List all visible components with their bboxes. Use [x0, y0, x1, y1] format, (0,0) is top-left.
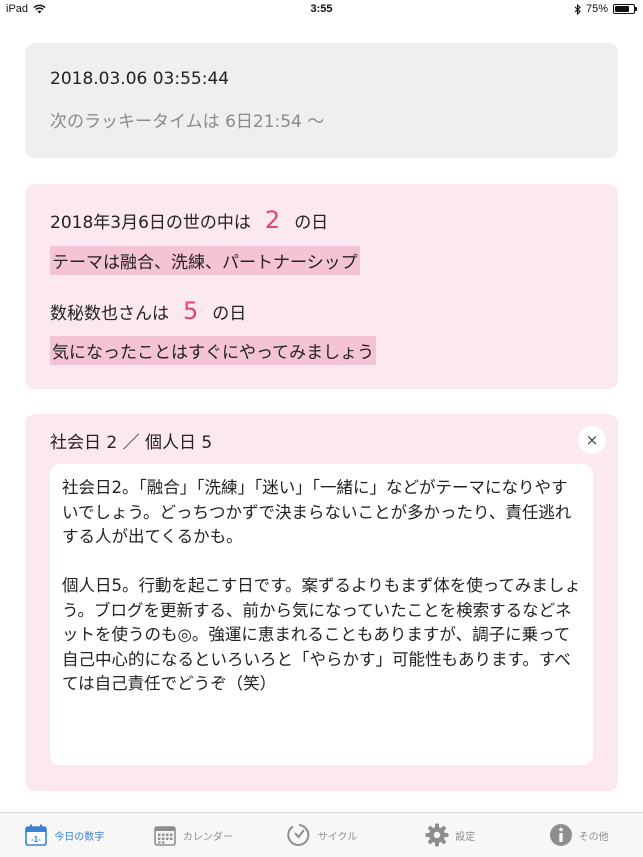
status-time: 3:55: [310, 3, 333, 15]
personal-advice: 気になったことはすぐにやってみましょう: [50, 336, 377, 365]
date-card: 2018.03.06 03:55:44 次のラッキータイムは 6日21:54 〜: [25, 43, 618, 158]
personal-number-prefix: 数秘数也さんは: [50, 304, 169, 324]
tab-label: サイクル: [317, 831, 358, 843]
world-number-suffix: の日: [294, 213, 329, 233]
bluetooth-icon: [574, 3, 581, 15]
world-number: 2: [264, 206, 281, 234]
calendar-today-icon: -1-: [25, 824, 48, 846]
close-button[interactable]: ×: [578, 426, 606, 454]
world-number-line: 2018年3月6日の世の中は 2 の日: [50, 206, 328, 234]
tab-cycle[interactable]: サイクル: [257, 813, 386, 857]
tab-calendar[interactable]: カレンダー: [129, 813, 258, 857]
tab-label: その他: [578, 831, 609, 843]
today-numbers-card: 2018年3月6日の世の中は 2 の日 テーマは融合、洗練、パートナーシップ 数…: [25, 184, 618, 389]
next-lucky-time: 次のラッキータイムは 6日21:54 〜: [50, 112, 325, 132]
tab-bar: -1- 今日の数字 カレンダー サイクル 設定 その他: [0, 812, 643, 857]
calendar-grid-icon: [154, 826, 176, 846]
personal-number: 5: [183, 297, 199, 325]
battery-percent: 75%: [585, 3, 608, 15]
info-icon: [549, 824, 572, 846]
social-day-description: 社会日2。「融合」「洗練」「迷い」「一緒に」などがテーマになりやすいでしょう。ど…: [62, 478, 572, 546]
svg-text:-1-: -1-: [31, 835, 41, 844]
tab-label: 今日の数字: [54, 831, 105, 843]
personal-number-line: 数秘数也さんは 5 の日: [50, 297, 246, 325]
tab-today-number[interactable]: -1- 今日の数字: [0, 813, 129, 857]
detail-title: 社会日 2 ／ 個人日 5: [50, 433, 213, 453]
detail-text-box: 社会日2。「融合」「洗練」「迷い」「一緒に」などがテーマになりやすいでしょう。ど…: [50, 464, 593, 765]
cycle-icon: [287, 824, 310, 846]
personal-day-description: 個人日5。行動を起こす日です。案ずるよりもまず体を使ってみましょう。ブログを更新…: [62, 576, 581, 693]
close-icon: ×: [585, 431, 599, 449]
tab-other[interactable]: その他: [514, 813, 643, 857]
detail-card: 社会日 2 ／ 個人日 5 × 社会日2。「融合」「洗練」「迷い」「一緒に」など…: [25, 414, 618, 791]
personal-number-suffix: の日: [212, 304, 247, 324]
gear-icon: [425, 823, 449, 847]
tab-label: カレンダー: [182, 831, 233, 843]
status-bar: iPad 3:55 75%: [0, 0, 643, 20]
tab-settings[interactable]: 設定: [386, 813, 515, 857]
battery-fill: [615, 6, 629, 12]
world-theme: テーマは融合、洗練、パートナーシップ: [50, 246, 360, 275]
world-number-prefix: 2018年3月6日の世の中は: [50, 213, 251, 233]
tab-label: 設定: [455, 831, 476, 843]
battery-icon: [613, 4, 637, 14]
current-timestamp: 2018.03.06 03:55:44: [50, 69, 230, 89]
